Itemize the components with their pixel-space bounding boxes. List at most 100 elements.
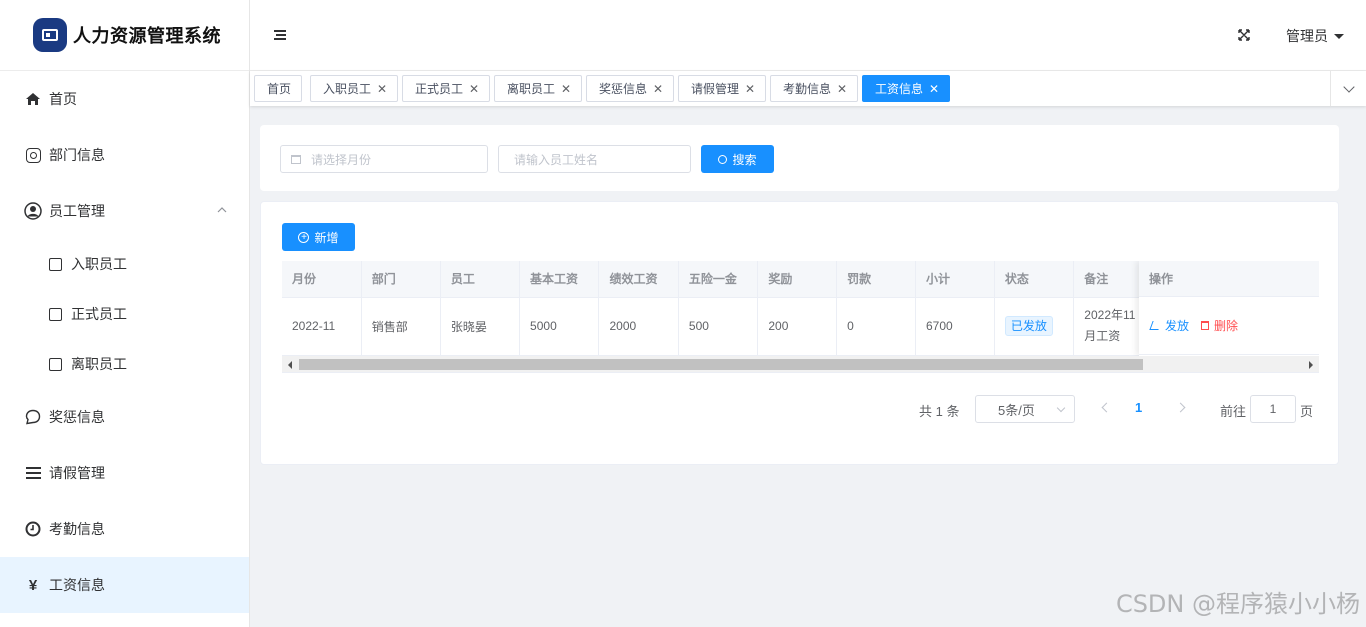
column-header: 操作 (1139, 261, 1319, 297)
edit-icon (1149, 321, 1162, 330)
close-icon[interactable]: ✕ (837, 82, 847, 96)
list-icon (24, 467, 42, 479)
tab-salary[interactable]: 工资信息 ✕ (862, 75, 951, 102)
row-actions: 发放 删除 (1139, 297, 1319, 355)
close-icon[interactable]: ✕ (561, 82, 571, 96)
goto-label: 前往 (1220, 404, 1247, 419)
tab-resigned[interactable]: 离职员工 ✕ (494, 75, 583, 102)
tab-regular[interactable]: 正式员工 ✕ (402, 75, 491, 102)
cell-subtotal: 6700 (915, 297, 995, 356)
add-button[interactable]: + 新增 (282, 223, 355, 251)
scroll-left-arrow-icon[interactable] (288, 361, 292, 369)
sidebar-item-leave[interactable]: 请假管理 (0, 445, 249, 501)
column-header[interactable]: 月份 (282, 261, 362, 298)
scroll-right-arrow-icon[interactable] (1309, 361, 1313, 369)
column-header[interactable]: 罚款 (836, 261, 916, 298)
tab-onboarding[interactable]: 入职员工 ✕ (310, 75, 399, 102)
sidebar-menu: 首页 部门信息 员工管理 入职员工 正式员工 离职员工 奖惩信息 请假管理 考勤… (0, 71, 249, 613)
close-icon[interactable]: ✕ (653, 82, 663, 96)
delete-button[interactable]: 删除 (1201, 317, 1238, 334)
cell-reward: 200 (757, 297, 838, 356)
close-icon[interactable]: ✕ (929, 82, 939, 96)
column-header[interactable]: 基本工资 (519, 261, 600, 298)
close-icon[interactable]: ✕ (745, 82, 755, 96)
sidebar-item-label: 离职员工 (71, 356, 127, 372)
menu-toggle-icon[interactable] (274, 30, 286, 40)
add-button-label: 新增 (314, 230, 339, 245)
tab-label: 入职员工 (323, 82, 372, 96)
sidebar-item-label: 入职员工 (71, 256, 127, 272)
goto-page-input[interactable]: 1 (1250, 395, 1296, 423)
sidebar-item-salary[interactable]: ¥ 工资信息 (0, 557, 249, 613)
status-badge: 已发放 (1004, 316, 1053, 336)
tab-label: 请假管理 (691, 82, 740, 96)
sidebar-item-onboarding[interactable]: 入职员工 (0, 239, 249, 289)
tab-label: 首页 (267, 82, 292, 96)
column-header[interactable]: 员工 (440, 261, 521, 298)
sidebar-item-attendance[interactable]: 考勤信息 (0, 501, 249, 557)
column-header[interactable]: 备注 (1073, 261, 1144, 298)
search-button[interactable]: 搜索 (701, 145, 774, 173)
tab-label: 奖惩信息 (599, 82, 648, 96)
cell-penalty: 0 (836, 297, 916, 356)
close-icon[interactable]: ✕ (469, 82, 479, 96)
month-placeholder: 请选择月份 (311, 152, 372, 167)
column-header[interactable]: 绩效工资 (598, 261, 679, 298)
pay-label: 发放 (1165, 319, 1190, 333)
employee-name-input[interactable]: 请输入员工姓名 (498, 145, 691, 173)
horizontal-scrollbar[interactable] (282, 356, 1319, 372)
sidebar-item-home[interactable]: 首页 (0, 71, 249, 127)
salary-table-panel: + 新增 月份 部门 员工 基本工资 绩效工资 五险一金 奖励 罚款 小计 状态… (260, 201, 1339, 465)
sidebar-item-department[interactable]: 部门信息 (0, 127, 249, 183)
next-page-icon[interactable] (1175, 402, 1186, 413)
delete-label: 删除 (1214, 319, 1239, 333)
caret-down-icon (1334, 33, 1344, 39)
fixed-actions-column: 操作 发放 删除 (1139, 261, 1319, 356)
cell-month: 2022-11 (282, 297, 362, 356)
cell-base-salary: 5000 (519, 297, 600, 356)
month-picker[interactable]: 请选择月份 (280, 145, 488, 173)
tab-leave[interactable]: 请假管理 ✕ (678, 75, 767, 102)
clock-icon (24, 521, 42, 537)
sidebar-item-label: 首页 (49, 91, 77, 107)
home-icon (24, 92, 42, 106)
sidebar-item-resigned[interactable]: 离职员工 (0, 339, 249, 389)
tab-home[interactable]: 首页 (254, 75, 303, 102)
plus-circle-icon: + (298, 231, 310, 243)
sidebar-item-regular[interactable]: 正式员工 (0, 289, 249, 339)
chevron-up-icon (217, 204, 227, 216)
top-header: 管理员 (250, 0, 1366, 71)
column-header[interactable]: 小计 (915, 261, 995, 298)
sidebar-item-rewards[interactable]: 奖惩信息 (0, 389, 249, 445)
cell-employee: 张晓晏 (440, 297, 521, 356)
sidebar-item-employee-management[interactable]: 员工管理 (0, 183, 249, 239)
instagram-icon (24, 147, 42, 163)
scrollbar-thumb[interactable] (299, 359, 1143, 370)
column-header[interactable]: 部门 (361, 261, 441, 298)
prev-page-icon[interactable] (1101, 402, 1112, 413)
sidebar-item-label: 请假管理 (49, 465, 105, 481)
tab-attendance[interactable]: 考勤信息 ✕ (770, 75, 859, 102)
fullscreen-icon[interactable] (1238, 29, 1250, 41)
calendar-icon (291, 154, 301, 164)
close-icon[interactable]: ✕ (377, 82, 387, 96)
column-header[interactable]: 状态 (994, 261, 1075, 298)
user-menu[interactable]: 管理员 (1286, 26, 1344, 46)
user-circle-icon (24, 202, 42, 220)
square-icon (46, 257, 64, 271)
page-number[interactable]: 1 (1135, 400, 1142, 415)
sidebar-item-label: 考勤信息 (49, 521, 105, 537)
column-header[interactable]: 奖励 (757, 261, 838, 298)
search-button-label: 搜索 (732, 152, 757, 167)
tabs-bar: 首页 入职员工 ✕ 正式员工 ✕ 离职员工 ✕ 奖惩信息 ✕ 请假管理 ✕ 考勤信息 ✕ 工… (250, 71, 1366, 106)
page-size-value: 5条/页 (998, 402, 1035, 418)
sidebar-item-label: 员工管理 (49, 203, 105, 219)
page-size-select[interactable]: 5条/页 (975, 395, 1075, 423)
pay-button[interactable]: 发放 (1149, 317, 1190, 334)
tabs-dropdown-button[interactable] (1330, 71, 1366, 106)
sidebar-item-label: 奖惩信息 (49, 409, 105, 425)
column-header[interactable]: 五险一金 (678, 261, 759, 298)
tab-rewards[interactable]: 奖惩信息 ✕ (586, 75, 675, 102)
yen-icon: ¥ (28, 576, 38, 594)
sidebar: 人力资源管理系统 首页 部门信息 员工管理 入职员工 正式员工 离职员工 奖惩信… (0, 0, 250, 627)
